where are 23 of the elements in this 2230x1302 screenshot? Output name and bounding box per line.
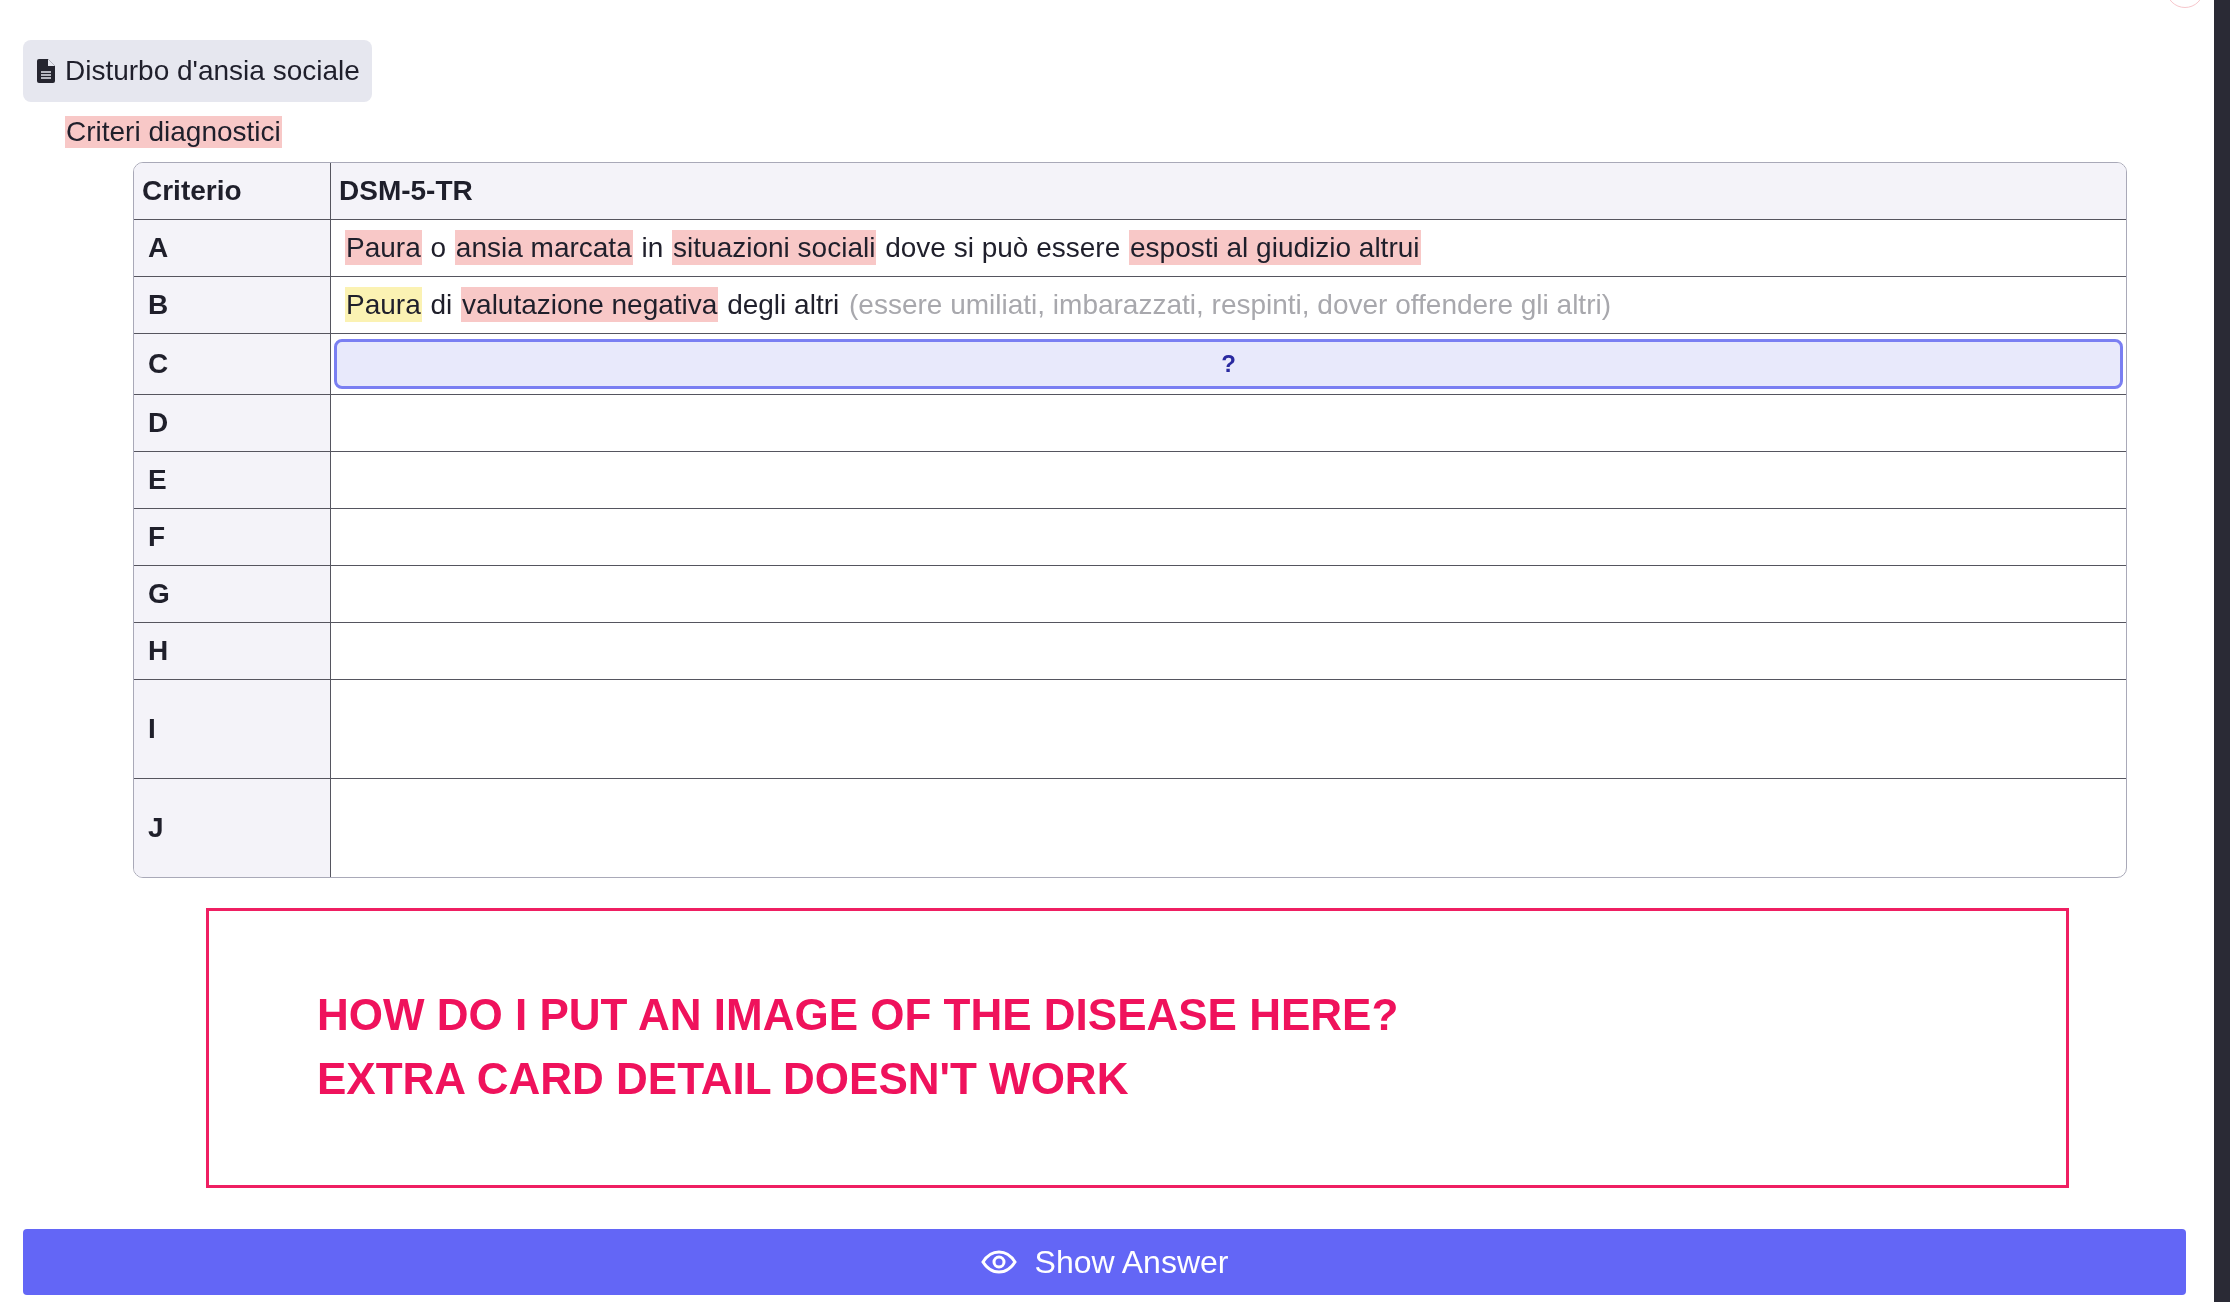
- criterion-label: E: [134, 452, 331, 509]
- annotation-text: HOW DO I PUT AN IMAGE OF THE DISEASE HERE?: [317, 989, 1400, 1041]
- criterion-label: B: [134, 277, 331, 334]
- column-header: Criterio: [134, 163, 331, 220]
- criterion-text: Paura di valutazione negativa degli altri (essere umiliati, imbarazzati, respinti, dover offendere gli altri): [344, 289, 1612, 321]
- criterion-label: F: [134, 509, 331, 566]
- eye-icon: [980, 1250, 1017, 1274]
- criterion-label: C: [134, 334, 331, 395]
- document-icon: [37, 59, 55, 83]
- show-answer-button[interactable]: Show Answer: [23, 1229, 2186, 1295]
- cloze-field[interactable]: ?: [334, 339, 2123, 389]
- criterion-label: D: [134, 395, 331, 452]
- criterion-label: J: [134, 779, 331, 877]
- column-header: DSM-5-TR: [331, 163, 2126, 220]
- section-label: Criteri diagnostici: [65, 116, 282, 148]
- criterion-label: H: [134, 623, 331, 680]
- annotation-text: EXTRA CARD DETAIL DOESN'T WORK: [317, 1053, 1130, 1105]
- criterion-label: A: [134, 220, 331, 277]
- criterion-label: G: [134, 566, 331, 623]
- note-title-text: Disturbo d'ansia sociale: [65, 55, 360, 87]
- scrollbar[interactable]: [2214, 0, 2230, 1302]
- criterion-text: Paura o ansia marcata in situazioni sociali dove si può essere esposti al giudizio altrui: [344, 232, 1422, 264]
- criterion-label: I: [134, 680, 331, 779]
